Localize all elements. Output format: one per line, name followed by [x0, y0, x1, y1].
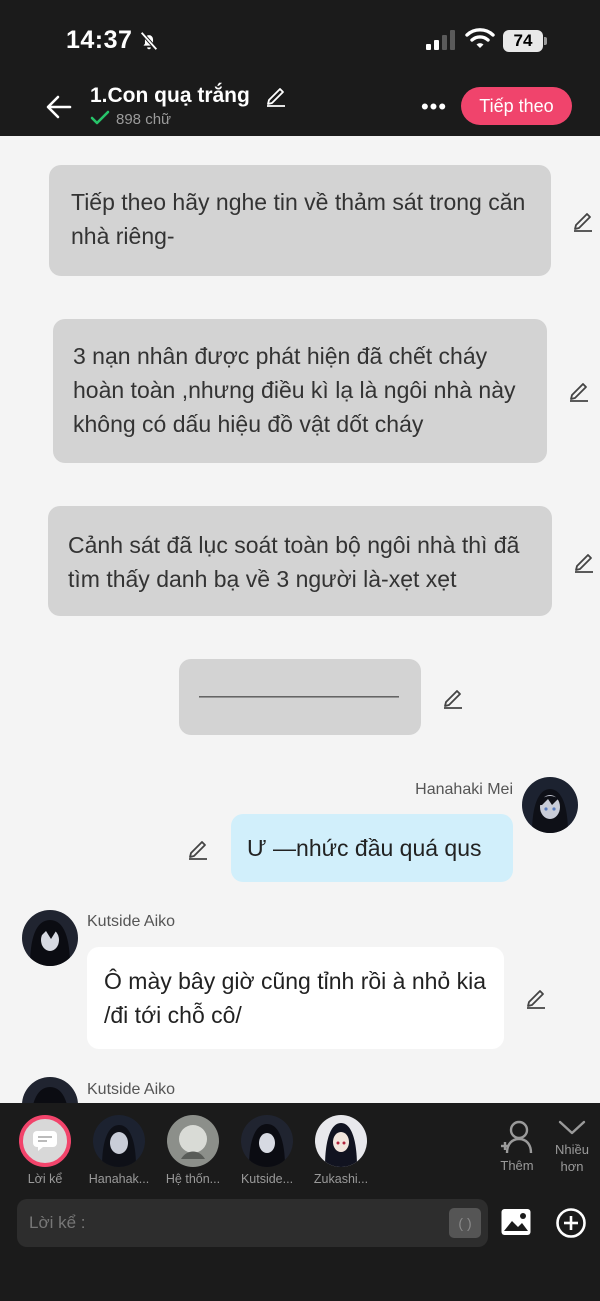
status-bar: 14:37 74 — [0, 0, 600, 78]
character-selector[interactable]: Kutside... — [231, 1115, 303, 1186]
edit-message-icon[interactable] — [572, 550, 596, 574]
add-plus-icon[interactable] — [555, 1207, 587, 1239]
avatar[interactable] — [22, 910, 78, 966]
sender-name: Hanahaki Mei — [415, 781, 513, 798]
avatar — [93, 1115, 145, 1167]
more-characters-button[interactable]: Nhiều hơn — [548, 1119, 596, 1175]
narration-bubble[interactable]: Tiếp theo hãy nghe tin về thảm sát trong… — [49, 165, 551, 276]
more-characters-label: Nhiều hơn — [555, 1142, 589, 1174]
anime-character-avatar-icon — [241, 1115, 293, 1167]
chevron-down-icon — [558, 1120, 586, 1135]
action-bracket-button[interactable]: ( ) — [449, 1208, 481, 1238]
character-selector-narrator[interactable]: Lời kể — [9, 1115, 81, 1186]
message-input-box[interactable]: ( ) — [17, 1199, 488, 1247]
character-selector[interactable]: Hanahak... — [83, 1115, 155, 1186]
add-person-icon — [501, 1120, 533, 1154]
anime-character-avatar-icon — [522, 777, 578, 833]
chat-bubble-icon — [33, 1131, 57, 1151]
word-count: 898 chữ — [90, 110, 171, 128]
edit-message-icon[interactable] — [441, 686, 465, 710]
edit-message-icon[interactable] — [567, 379, 591, 403]
app-header: 1.Con quạ trắng 898 chữ ••• Tiếp theo — [0, 78, 600, 136]
message-input[interactable] — [29, 1199, 449, 1247]
narration-bubble[interactable]: —————————— — [179, 659, 421, 735]
narration-text: 3 nạn nhân được phát hiện đã chết cháy h… — [73, 343, 516, 437]
composer-panel: Lời kể Hanahak... Hệ thốn... Kutside... … — [0, 1103, 600, 1301]
more-options-button[interactable]: ••• — [418, 92, 450, 122]
edit-message-icon[interactable] — [524, 986, 548, 1010]
character-label: Hanahak... — [88, 1172, 150, 1186]
character-selector[interactable]: Zukashi... — [305, 1115, 377, 1186]
narration-bubble[interactable]: Cảnh sát đã lục soát toàn bộ ngôi nhà th… — [48, 506, 552, 616]
add-character-label: Thêm — [500, 1158, 534, 1173]
avatar[interactable] — [522, 777, 578, 833]
character-label: Hệ thốn... — [165, 1172, 221, 1186]
edit-message-icon[interactable] — [186, 837, 210, 861]
edit-message-icon[interactable] — [571, 209, 595, 233]
narration-text: Tiếp theo hãy nghe tin về thảm sát trong… — [71, 189, 526, 249]
anime-character-avatar-icon — [22, 910, 78, 966]
back-arrow-icon[interactable] — [44, 92, 74, 122]
sender-name: Kutside Aiko — [87, 1081, 176, 1098]
narration-bubble[interactable]: 3 nạn nhân được phát hiện đã chết cháy h… — [53, 319, 547, 463]
avatar — [241, 1115, 293, 1167]
avatar — [19, 1115, 71, 1167]
chapter-title[interactable]: 1.Con quạ trắng — [90, 84, 250, 108]
system-avatar-icon — [167, 1115, 219, 1167]
sender-name: Kutside Aiko — [87, 913, 176, 930]
character-label: Kutside... — [240, 1172, 294, 1186]
battery-indicator: 74 — [503, 30, 547, 52]
next-button[interactable]: Tiếp theo — [461, 87, 572, 125]
message-text: Ô mày bây giờ cũng tỉnh rồi à nhỏ kia /đ… — [104, 968, 487, 1028]
character-selector[interactable]: Hệ thốn... — [157, 1115, 229, 1186]
character-label: Zukashi... — [313, 1172, 369, 1186]
anime-character-avatar-icon — [93, 1115, 145, 1167]
word-count-label: 898 chữ — [116, 111, 172, 128]
battery-level: 74 — [503, 30, 543, 52]
avatar — [315, 1115, 367, 1167]
wifi-icon — [465, 28, 495, 48]
avatar — [167, 1115, 219, 1167]
narration-text: Cảnh sát đã lục soát toàn bộ ngôi nhà th… — [68, 532, 520, 592]
status-time: 14:37 — [66, 26, 133, 54]
message-text: Ư —nhức đầu quá qus — [247, 835, 482, 861]
narration-text: —————————— — [199, 685, 399, 707]
user-message-bubble[interactable]: Ư —nhức đầu quá qus — [231, 814, 513, 882]
check-icon — [90, 110, 110, 125]
character-label: Lời kể — [27, 1172, 63, 1186]
bell-muted-icon — [140, 31, 158, 51]
anime-character-avatar-icon — [315, 1115, 367, 1167]
image-icon[interactable] — [500, 1207, 532, 1237]
edit-title-icon[interactable] — [264, 84, 288, 108]
add-character-button[interactable]: Thêm — [492, 1119, 542, 1173]
character-message-bubble[interactable]: Ô mày bây giờ cũng tỉnh rồi à nhỏ kia /đ… — [87, 947, 504, 1049]
cellular-signal-icon — [426, 30, 455, 50]
